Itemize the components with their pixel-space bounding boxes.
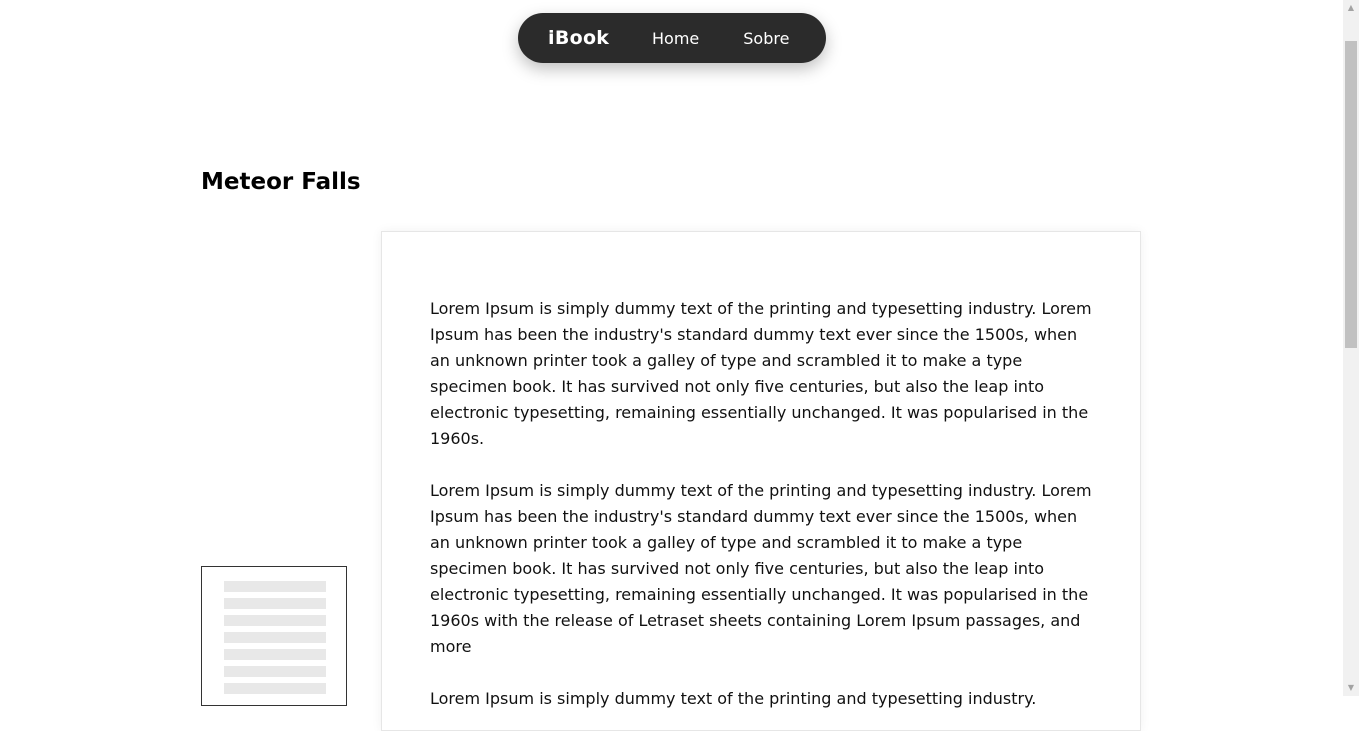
content-paragraph: Lorem Ipsum is simply dummy text of the …: [430, 481, 1092, 656]
scrollbar-thumb[interactable]: [1345, 41, 1357, 348]
thumbnail-line: [224, 649, 326, 660]
brand-logo[interactable]: iBook: [548, 27, 638, 49]
thumbnail-line: [224, 632, 326, 643]
nav-link-sobre[interactable]: Sobre: [743, 29, 789, 48]
scroll-up-icon[interactable]: ▲: [1343, 0, 1359, 16]
thumbnail-line: [224, 581, 326, 592]
thumbnail-line: [224, 666, 326, 677]
content-paragraph: Lorem Ipsum is simply dummy text of the …: [430, 299, 1092, 448]
vertical-scrollbar[interactable]: ▲ ▼: [1343, 0, 1359, 696]
top-navbar: iBook Home Sobre: [518, 13, 826, 63]
scroll-down-icon[interactable]: ▼: [1343, 680, 1359, 696]
content-paragraph: Lorem Ipsum is simply dummy text of the …: [430, 689, 1037, 708]
thumbnail-line: [224, 598, 326, 609]
book-thumbnail[interactable]: [201, 566, 347, 706]
page-title: Meteor Falls: [201, 169, 361, 195]
thumbnail-line: [224, 615, 326, 626]
book-content-card: Lorem Ipsum is simply dummy text of the …: [381, 231, 1141, 731]
thumbnail-line: [224, 683, 326, 694]
nav-link-home[interactable]: Home: [652, 29, 699, 48]
